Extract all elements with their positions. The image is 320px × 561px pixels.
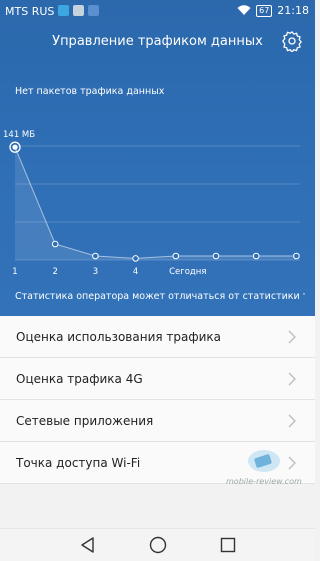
- navigation-bar: [0, 528, 315, 561]
- x-tick-label: Сегодня: [169, 267, 206, 277]
- chevron-right-icon: [288, 330, 296, 344]
- data-point: [92, 252, 99, 260]
- usage-chart: 141 МБ 1 2 3 4 Сегодня: [3, 130, 300, 277]
- data-point: [212, 252, 220, 260]
- peak-data-label: 141 МБ: [3, 130, 35, 140]
- chevron-right-icon: [288, 372, 296, 386]
- skype-icon: [58, 5, 69, 16]
- data-point: [132, 255, 139, 262]
- x-tick-label: 2: [52, 267, 57, 277]
- data-point: [252, 252, 260, 260]
- menu-item-label: Сетевые приложения: [16, 413, 154, 428]
- carrier-label: MTS RUS: [5, 5, 55, 18]
- no-packets-text: Нет пакетов трафика данных: [15, 86, 165, 97]
- x-tick-label: 3: [93, 267, 98, 277]
- data-point: [51, 240, 59, 248]
- gear-icon[interactable]: [281, 30, 303, 52]
- status-bar: MTS RUS 67 21:18: [0, 0, 315, 22]
- data-point: [293, 252, 300, 260]
- menu-item-usage-estimate[interactable]: Оценка использования трафика: [0, 316, 315, 358]
- battery-icon: 67: [256, 4, 273, 17]
- data-point: [12, 144, 18, 150]
- recents-icon[interactable]: [218, 535, 238, 555]
- operator-note: Статистика оператора может отличаться от…: [15, 291, 305, 302]
- watermark: mobile-review.com: [226, 448, 306, 498]
- watermark-logo-icon: [248, 450, 280, 472]
- back-icon[interactable]: [78, 535, 98, 555]
- home-icon[interactable]: [148, 535, 168, 555]
- watermark-text: mobile-review.com: [226, 477, 302, 486]
- app-header: Управление трафиком данных: [0, 30, 315, 56]
- menu-item-4g-estimate[interactable]: Оценка трафика 4G: [0, 358, 315, 400]
- menu-item-label: Оценка трафика 4G: [16, 371, 143, 386]
- menu-item-network-apps[interactable]: Сетевые приложения: [0, 400, 315, 442]
- app-icon: [88, 5, 99, 16]
- wifi-icon: [237, 5, 251, 15]
- menu-item-label: Оценка использования трафика: [16, 329, 222, 344]
- menu-item-label: Точка доступа Wi-Fi: [16, 455, 141, 470]
- data-point: [172, 252, 180, 260]
- clock: 21:18: [277, 4, 309, 17]
- page-title: Управление трафиком данных: [52, 34, 263, 49]
- x-tick-label: 4: [133, 267, 138, 277]
- x-tick-label: 1: [12, 267, 17, 277]
- chevron-right-icon: [288, 414, 296, 428]
- gallery-icon: [73, 5, 84, 16]
